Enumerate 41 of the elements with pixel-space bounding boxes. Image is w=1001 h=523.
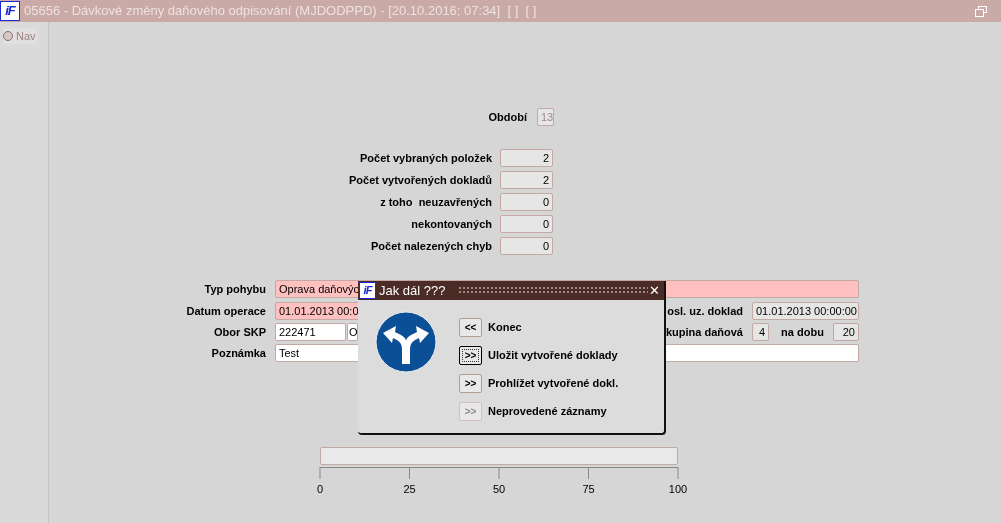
option-button[interactable]: >> xyxy=(459,346,482,365)
field-label: Typ pohybu xyxy=(203,281,266,297)
option-button[interactable]: << xyxy=(459,318,482,337)
option-label: Uložit vytvořené doklady xyxy=(488,348,618,364)
app-logo: iF xyxy=(0,1,20,21)
input-field[interactable]: 222471 xyxy=(275,323,346,341)
input-field[interactable]: 2 xyxy=(500,149,553,167)
window-title: 05656 - Dávkové změny daňového odpisování (MJDODPPD) - [20.10.2016; 07:34] [ ] [ ] xyxy=(24,2,537,21)
field-label: Počet vytvořených dokladů xyxy=(347,172,492,188)
scale-label: 50 xyxy=(492,483,506,495)
input-field[interactable]: 2 xyxy=(500,171,553,189)
option-button[interactable]: >> xyxy=(459,374,482,393)
field-label: osl. uz. doklad xyxy=(666,303,743,319)
field-label: na dobu xyxy=(780,324,825,340)
input-field[interactable]: 0 xyxy=(500,237,553,255)
scale-label: 100 xyxy=(668,483,688,495)
scale-label: 25 xyxy=(403,483,416,495)
scale-label: 0 xyxy=(316,483,324,495)
field-label: Období xyxy=(487,109,527,125)
dialog-title: Jak dál ??? xyxy=(379,281,446,300)
restore-icon[interactable] xyxy=(975,5,987,17)
input-field[interactable]: 4 xyxy=(752,323,769,341)
input-field[interactable]: 0 xyxy=(500,193,553,211)
field-label: Poznámka xyxy=(210,345,266,361)
field-label: nekontovaných xyxy=(410,216,492,232)
option-label: Neprovedené záznamy xyxy=(488,404,607,420)
field-label: Počet vybraných položek xyxy=(358,150,492,166)
field-label: z toho neuzavřených xyxy=(379,194,492,210)
field-label: Počet nalezených chyb xyxy=(369,238,492,254)
option-label: Konec xyxy=(488,320,522,336)
app-logo: iF xyxy=(359,282,376,299)
option-label: Prohlížet vytvořené dokl. xyxy=(488,376,619,392)
input-field[interactable]: 01.01.2013 00:00:00 xyxy=(752,302,859,320)
close-button[interactable]: ✕ xyxy=(649,284,660,297)
direction-sign-icon xyxy=(375,311,437,373)
field-label: kupina daňová xyxy=(664,324,743,340)
input-field[interactable]: 20 xyxy=(833,323,859,341)
field-label: Obor SKP xyxy=(213,324,266,340)
field-label: Datum operace xyxy=(185,303,266,319)
scale-label: 75 xyxy=(582,483,595,495)
input-field[interactable]: 0 xyxy=(500,215,553,233)
